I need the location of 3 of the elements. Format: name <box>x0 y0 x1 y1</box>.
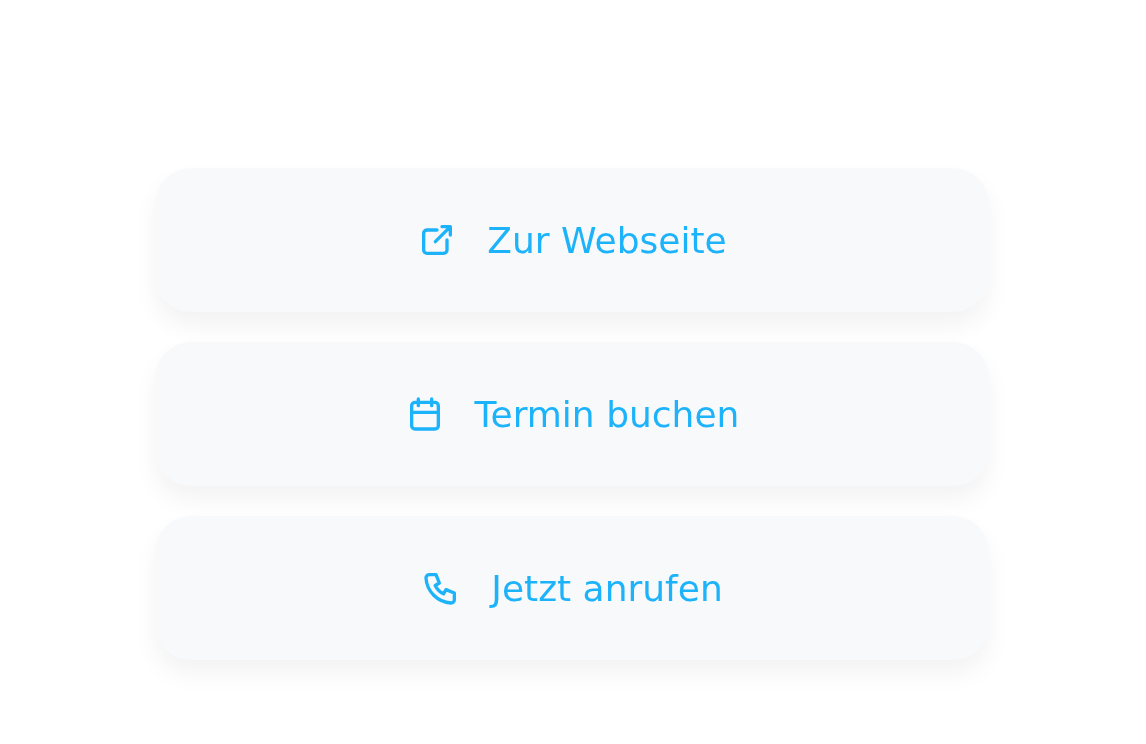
action-button[interactable]: Jetzt anrufen <box>155 516 989 660</box>
action-button[interactable]: Zur Webseite <box>155 168 989 312</box>
action-button[interactable]: Termin buchen <box>155 342 989 486</box>
